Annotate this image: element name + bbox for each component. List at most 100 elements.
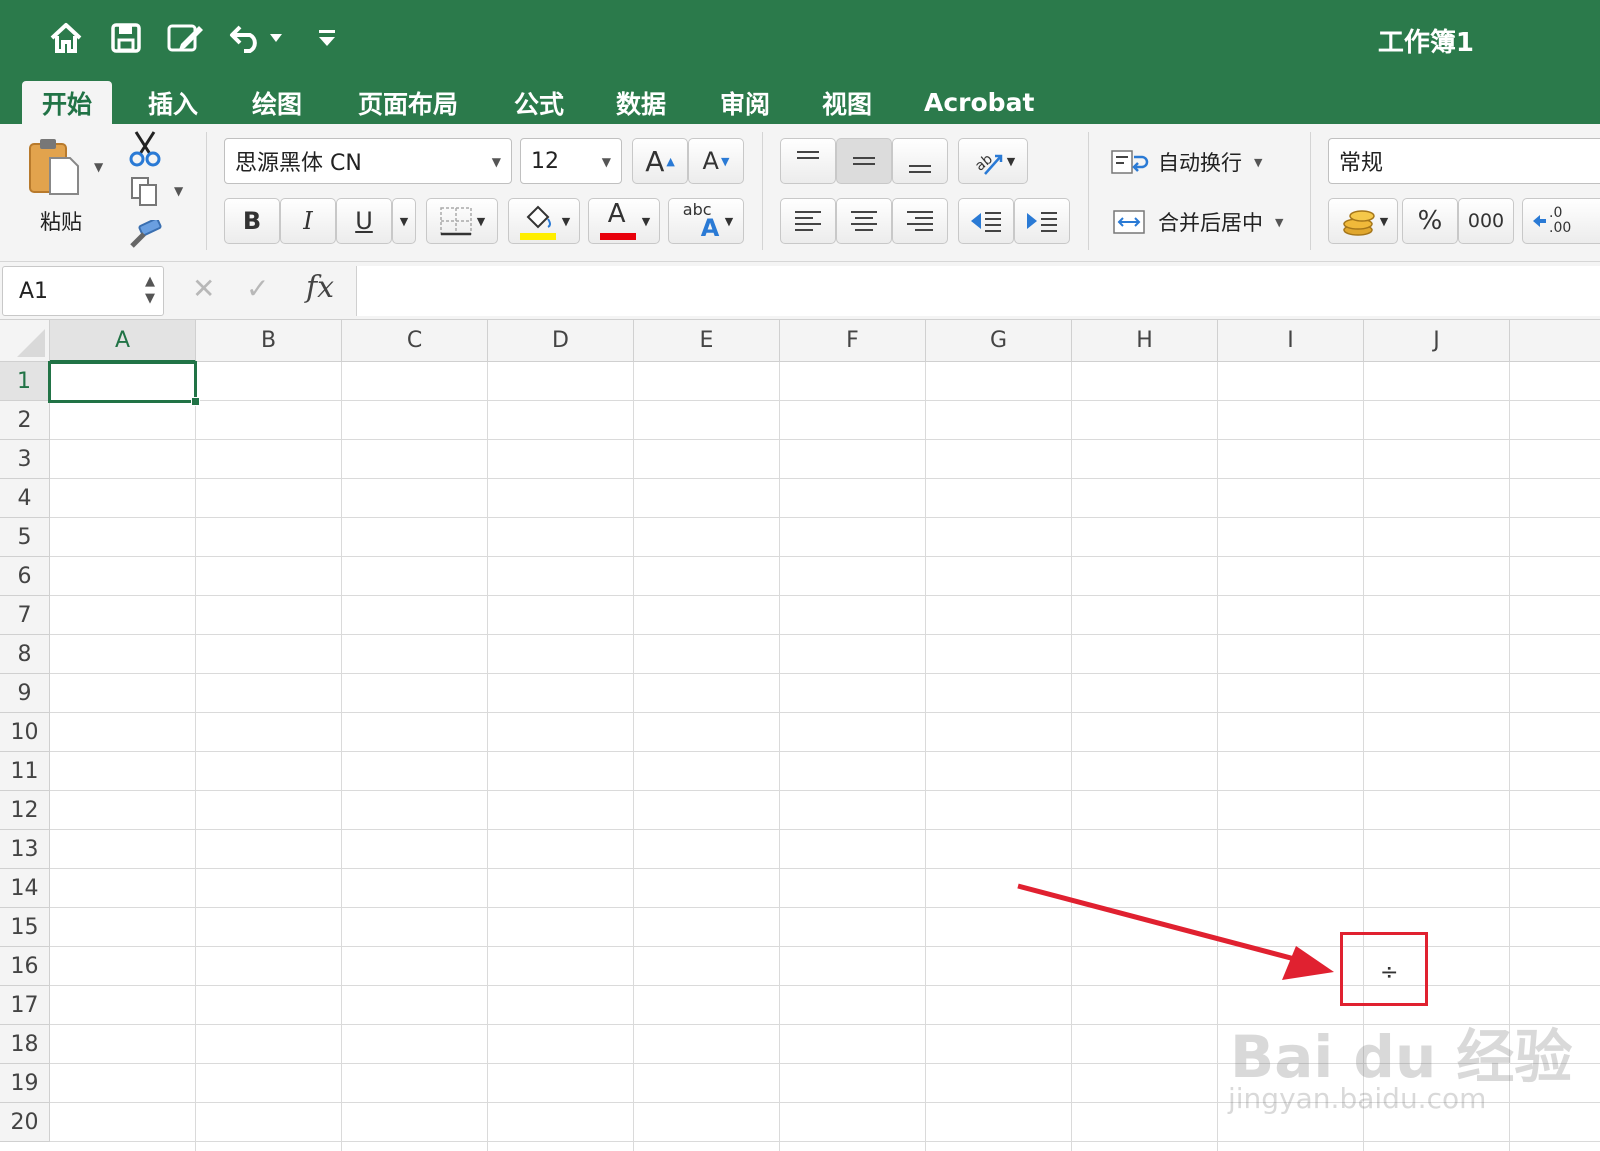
tab-insert[interactable]: 插入 xyxy=(128,81,218,124)
cancel-icon[interactable]: ✕ xyxy=(192,272,215,305)
clipboard-icon xyxy=(29,139,79,195)
align-center-button[interactable] xyxy=(836,198,892,244)
align-right-button[interactable] xyxy=(892,198,948,244)
tab-view[interactable]: 视图 xyxy=(802,81,892,124)
phonetic-button[interactable]: abc A ▼ xyxy=(668,198,744,244)
home-icon[interactable] xyxy=(46,18,86,58)
tab-draw[interactable]: 绘图 xyxy=(232,81,322,124)
align-left-button[interactable] xyxy=(780,198,836,244)
row-header-8[interactable]: 8 xyxy=(0,635,50,674)
row-header-10[interactable]: 10 xyxy=(0,713,50,752)
percent-button[interactable]: % xyxy=(1402,198,1458,244)
column-header-j[interactable]: J xyxy=(1364,320,1510,362)
orientation-button[interactable]: ab ▼ xyxy=(958,138,1028,184)
tab-page-layout[interactable]: 页面布局 xyxy=(338,81,478,124)
row-header-18[interactable]: 18 xyxy=(0,1025,50,1064)
undo-icon[interactable] xyxy=(226,18,266,58)
align-top-button[interactable] xyxy=(780,138,836,184)
bold-button[interactable]: B xyxy=(224,198,280,244)
decrease-indent-button[interactable] xyxy=(958,198,1014,244)
increase-indent-icon xyxy=(1027,212,1057,232)
comma-style-button[interactable]: 000 xyxy=(1458,198,1514,244)
row-header-16[interactable]: 16 xyxy=(0,947,50,986)
row-header-15[interactable]: 15 xyxy=(0,908,50,947)
row-header-1[interactable]: 1 xyxy=(0,362,50,401)
name-box[interactable]: A1 ▲ ▼ xyxy=(2,266,164,316)
edit-icon[interactable] xyxy=(166,18,206,58)
align-bottom-button[interactable] xyxy=(892,138,948,184)
formula-input[interactable] xyxy=(356,266,1600,316)
row-header-3[interactable]: 3 xyxy=(0,440,50,479)
worksheet-grid[interactable]: A B C D E F G H I J 1 2 3 4 5 6 7 8 9 10 11 12 13 14 15 16 17 18 19 2… xyxy=(0,320,1600,1151)
row-header-2[interactable]: 2 xyxy=(0,401,50,440)
gridline xyxy=(487,362,488,1151)
column-header-h[interactable]: H xyxy=(1072,320,1218,362)
tab-acrobat[interactable]: Acrobat xyxy=(904,81,1054,124)
borders-button[interactable]: ▼ xyxy=(426,198,498,244)
number-format-select[interactable]: 常规 xyxy=(1328,138,1600,184)
row-header-19[interactable]: 19 xyxy=(0,1064,50,1103)
copy-icon[interactable] xyxy=(130,176,160,208)
font-color-button[interactable]: A ▼ xyxy=(588,198,660,244)
merge-center-button[interactable]: 合并后居中 ▼ xyxy=(1110,200,1300,244)
shrink-font-button[interactable]: A ▼ xyxy=(688,138,744,184)
row-header-11[interactable]: 11 xyxy=(0,752,50,791)
row-header-4[interactable]: 4 xyxy=(0,479,50,518)
save-icon[interactable] xyxy=(106,18,146,58)
row-header-9[interactable]: 9 xyxy=(0,674,50,713)
row-header-12[interactable]: 12 xyxy=(0,791,50,830)
font-size-select[interactable]: 12 ▼ xyxy=(520,138,622,184)
fill-color-button[interactable]: ▼ xyxy=(508,198,580,244)
grow-font-letter: A xyxy=(645,144,665,178)
row-header-20[interactable]: 20 xyxy=(0,1103,50,1142)
paste-button[interactable] xyxy=(26,136,82,196)
row-header-17[interactable]: 17 xyxy=(0,986,50,1025)
column-header-g[interactable]: G xyxy=(926,320,1072,362)
row-header-13[interactable]: 13 xyxy=(0,830,50,869)
gridline xyxy=(195,362,196,1151)
column-header-e[interactable]: E xyxy=(634,320,780,362)
align-middle-icon xyxy=(853,157,875,165)
row-header-6[interactable]: 6 xyxy=(0,557,50,596)
underline-dropdown[interactable]: ▼ xyxy=(392,198,416,244)
column-header-a[interactable]: A xyxy=(50,320,196,362)
stepper-icon[interactable]: ▲ ▼ xyxy=(145,273,155,307)
italic-button[interactable]: I xyxy=(280,198,336,244)
align-middle-button[interactable] xyxy=(836,138,892,184)
tab-data[interactable]: 数据 xyxy=(596,81,686,124)
increase-indent-button[interactable] xyxy=(1014,198,1070,244)
column-header-i[interactable]: I xyxy=(1218,320,1364,362)
underline-button[interactable]: U xyxy=(336,198,392,244)
column-header-d[interactable]: D xyxy=(488,320,634,362)
fill-handle[interactable] xyxy=(191,397,200,406)
copy-dropdown-icon[interactable]: ▼ xyxy=(174,184,183,198)
phonetic-big-text: A xyxy=(700,214,720,242)
decrease-indent-icon xyxy=(971,212,1001,232)
select-all-corner[interactable] xyxy=(0,320,50,362)
title-bar: 工作簿1 xyxy=(0,0,1600,77)
row-header-14[interactable]: 14 xyxy=(0,869,50,908)
undo-dropdown-icon[interactable] xyxy=(266,18,286,58)
font-name-select[interactable]: 思源黑体 CN ▼ xyxy=(224,138,512,184)
enter-icon[interactable]: ✓ xyxy=(246,272,269,305)
wrap-text-button[interactable]: 自动换行 ▼ xyxy=(1110,140,1300,184)
column-header-partial[interactable] xyxy=(1510,320,1600,362)
accounting-format-button[interactable]: ▼ xyxy=(1328,198,1398,244)
tab-home[interactable]: 开始 xyxy=(22,81,113,124)
column-header-c[interactable]: C xyxy=(342,320,488,362)
format-painter-icon[interactable] xyxy=(128,217,162,250)
cut-icon[interactable] xyxy=(128,130,162,168)
customize-icon[interactable] xyxy=(312,18,342,58)
insert-function-icon[interactable]: fx xyxy=(306,270,334,305)
grow-font-button[interactable]: A ▲ xyxy=(632,138,688,184)
paste-dropdown-icon[interactable]: ▼ xyxy=(94,160,103,174)
row-header-5[interactable]: 5 xyxy=(0,518,50,557)
tab-formulas[interactable]: 公式 xyxy=(494,81,584,124)
increase-decimal-button[interactable]: .0 .00 xyxy=(1522,198,1600,244)
column-header-f[interactable]: F xyxy=(780,320,926,362)
column-header-b[interactable]: B xyxy=(196,320,342,362)
font-color-icon: A xyxy=(598,199,638,241)
tab-review[interactable]: 审阅 xyxy=(700,81,790,124)
active-cell-a1[interactable] xyxy=(48,361,197,403)
row-header-7[interactable]: 7 xyxy=(0,596,50,635)
